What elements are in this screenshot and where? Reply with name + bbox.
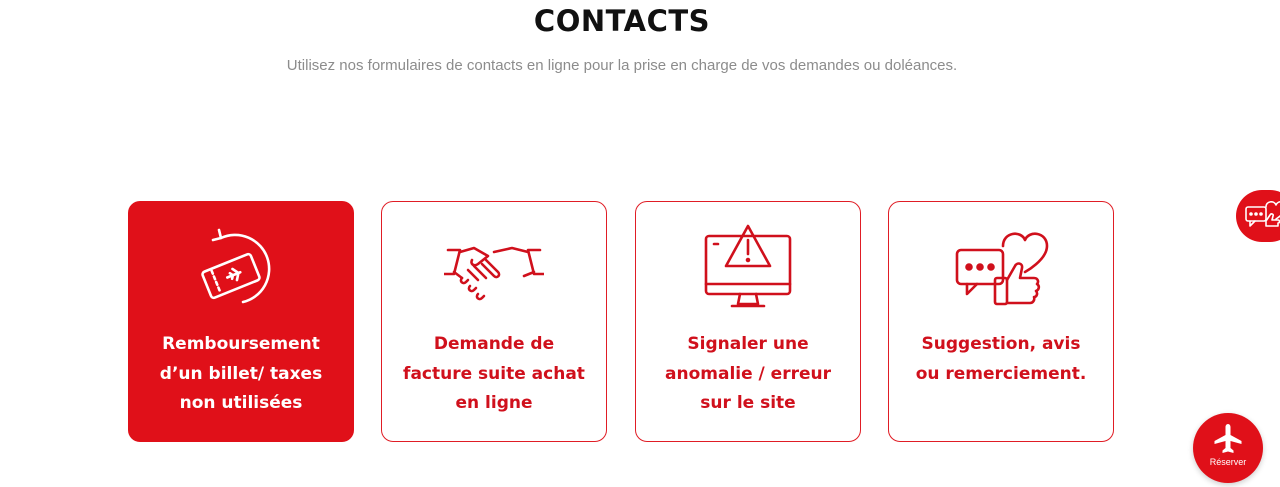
handshake-icon (382, 224, 606, 314)
card-suggestion-label: Suggestion, avis ou remerciement. (915, 334, 1087, 384)
page-title: CONTACTS (533, 4, 711, 38)
contacts-page: CONTACTS Utilisez nos formulaires de con… (0, 0, 1280, 487)
monitor-warning-icon (636, 224, 860, 314)
chat-feedback-icon (1245, 201, 1280, 227)
card-suggestion[interactable]: Suggestion, avis ou remerciement. (888, 201, 1114, 442)
card-invoice[interactable]: Demande de facture suite achat en ligne (381, 201, 607, 442)
page-subtitle: Utilisez nos formulaires de contacts en … (286, 57, 958, 74)
card-report-anomaly-label: Signaler une anomalie / erreur sur le si… (665, 334, 831, 413)
side-contact-tab[interactable] (1236, 190, 1280, 242)
card-refund-label: Remboursement d’un billet/ taxes non uti… (159, 334, 323, 413)
card-report-anomaly[interactable]: Signaler une anomalie / erreur sur le si… (635, 201, 861, 442)
reserve-button[interactable]: Réserver (1193, 413, 1263, 483)
ticket-refund-icon (129, 224, 353, 314)
feedback-heart-icon (889, 224, 1113, 314)
reserve-label: Réserver (1209, 457, 1247, 467)
airplane-icon (1214, 424, 1242, 453)
card-invoice-label: Demande de facture suite achat en ligne (403, 334, 585, 413)
card-refund[interactable]: Remboursement d’un billet/ taxes non uti… (128, 201, 354, 442)
